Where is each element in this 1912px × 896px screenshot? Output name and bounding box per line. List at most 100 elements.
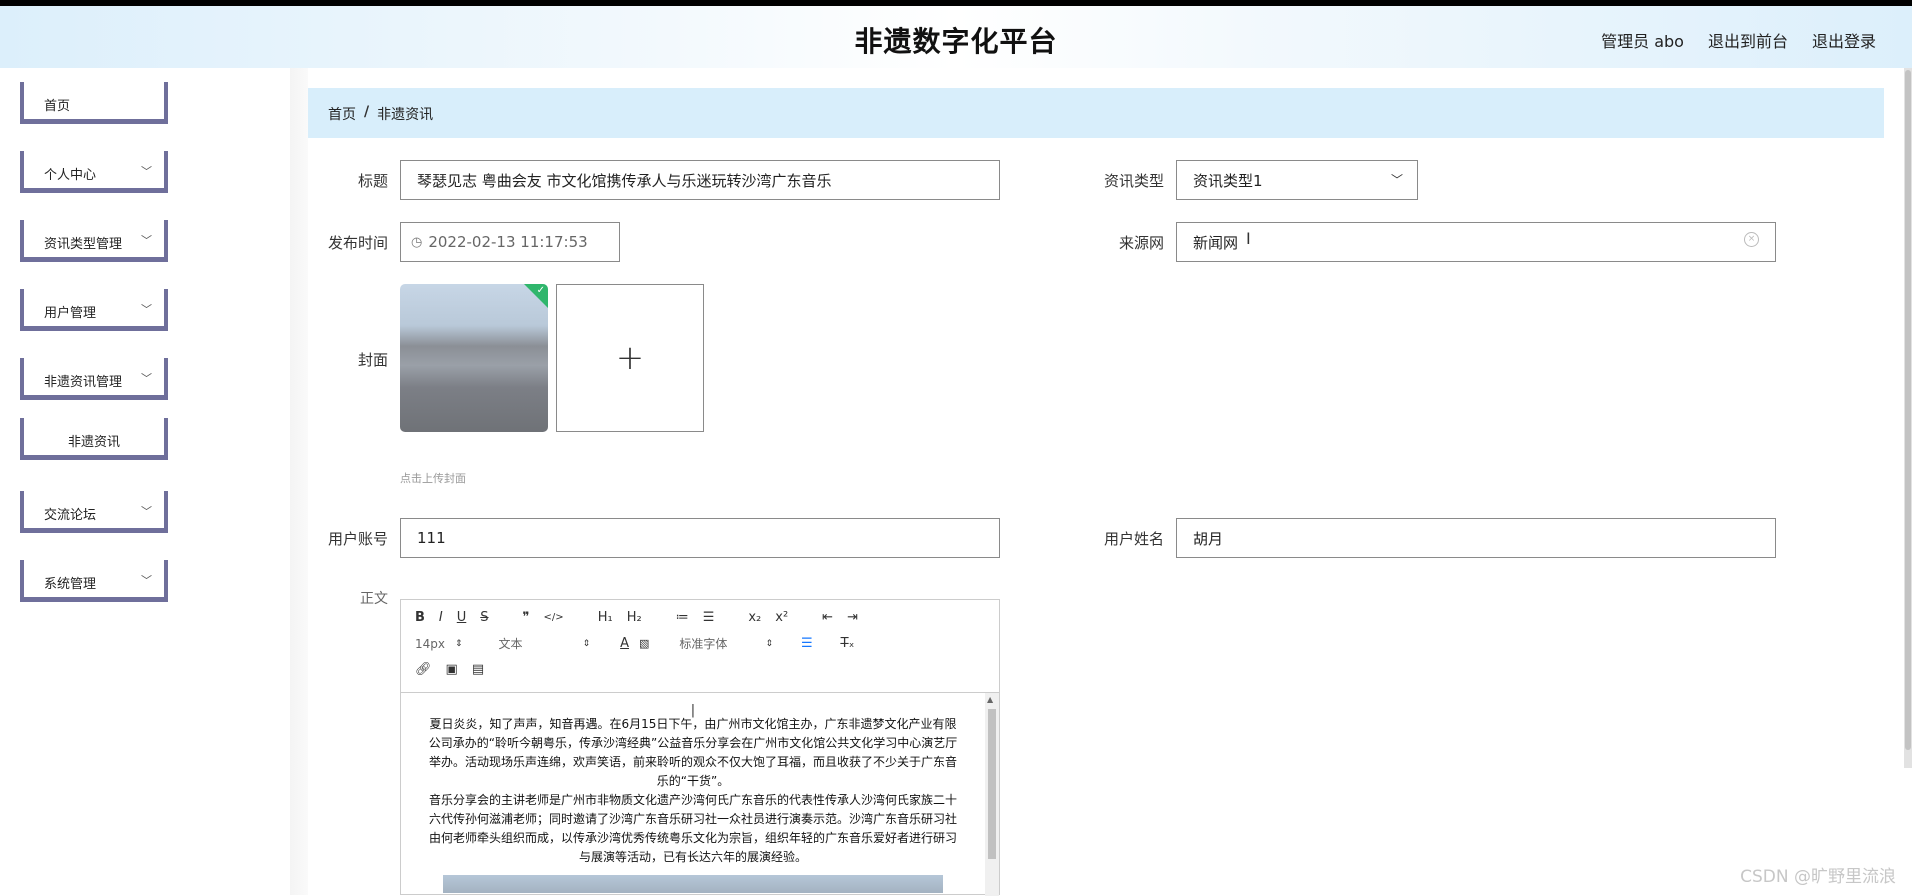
sidebar-item-users[interactable]: 用户管理 ﹀ <box>20 289 168 331</box>
chevron-down-icon: ﹀ <box>141 165 152 178</box>
sidebar-item-label: 非遗资讯管理 <box>44 375 123 390</box>
subscript-icon[interactable]: x₂ <box>748 610 761 625</box>
type-label: 资讯类型 <box>1103 172 1164 190</box>
link-icon[interactable]: 🔗︎ <box>415 662 432 677</box>
align-center-icon[interactable]: ☰ <box>801 636 813 651</box>
blockquote-icon[interactable]: ❞ <box>523 610 530 625</box>
account-value: 111 <box>417 529 446 547</box>
bold-icon[interactable]: B <box>415 610 425 625</box>
sidebar-item-label: 交流论坛 <box>44 508 97 523</box>
chevron-down-icon: ﹀ <box>141 574 152 587</box>
user-label: 管理员 abo <box>1601 32 1684 51</box>
ordered-list-icon[interactable]: ≔ <box>676 610 689 625</box>
bullet-list-icon[interactable]: ☰ <box>703 610 715 625</box>
account-input[interactable]: 111 <box>400 518 1000 558</box>
page-scrollbar[interactable] <box>1904 68 1912 768</box>
scroll-up-icon[interactable]: ▲ <box>987 695 993 704</box>
title-label: 标题 <box>357 172 388 190</box>
sidebar-item-label: 非遗资讯 <box>68 435 121 450</box>
editor-scroll-thumb[interactable] <box>988 709 996 859</box>
breadcrumb: 首页 / 非遗资讯 <box>308 88 1884 138</box>
source-input[interactable]: 新闻网 × <box>1176 222 1776 262</box>
sidebar-item-news-type[interactable]: 资讯类型管理 ﹀ <box>20 220 168 262</box>
time-picker[interactable]: ◷ 2022-02-13 11:17:53 <box>400 222 620 262</box>
text-cursor-icon: I <box>1246 229 1251 248</box>
clear-format-icon[interactable]: T̶ₓ <box>841 636 855 651</box>
page-scroll-thumb[interactable] <box>1905 70 1911 750</box>
select-arrow-icon: ⇕ <box>765 638 773 649</box>
image-icon[interactable]: ▣ <box>446 662 458 677</box>
editor-toolbar: B I U S ❞ </> H₁ H₂ ≔ ☰ x₂ x² ⇤ ⇥ 14px ⇕… <box>401 600 999 693</box>
cover-image[interactable]: ✓ <box>400 284 548 432</box>
clear-icon[interactable]: × <box>1744 232 1759 247</box>
clock-icon: ◷ <box>411 234 423 250</box>
front-link[interactable]: 退出到前台 <box>1708 28 1788 52</box>
name-input[interactable]: 胡月 <box>1176 518 1776 558</box>
editor-content[interactable]: | 夏日炎炎，知了声声，知音再遇。在6月15日下午，由广州市文化馆主办，广东非遗… <box>401 693 985 893</box>
superscript-icon[interactable]: x² <box>775 610 788 625</box>
upload-button[interactable]: + <box>556 284 704 432</box>
code-icon[interactable]: </> <box>544 612 564 623</box>
sidebar-item-heritage-news-manage[interactable]: 非遗资讯管理 ﹀ <box>20 358 168 400</box>
header-links: 管理员 abo 退出到前台 退出登录 <box>1601 28 1876 52</box>
cover-label: 封面 <box>357 351 388 369</box>
breadcrumb-current: 非遗资讯 <box>377 107 434 123</box>
sidebar-item-label: 系统管理 <box>44 577 97 592</box>
sidebar-item-heritage-news[interactable]: 非遗资讯 <box>20 418 168 460</box>
source-label: 来源网 <box>1118 234 1164 252</box>
background-color-icon[interactable]: ▧ <box>639 637 649 650</box>
editor-paragraph: 夏日炎炎，知了声声，知音再遇。在6月15日下午，由广州市文化馆主办，广东非遗梦文… <box>428 717 958 788</box>
heading2-icon[interactable]: H₂ <box>627 610 642 625</box>
sidebar-item-label: 用户管理 <box>44 306 97 321</box>
select-arrow-icon: ⇕ <box>455 638 463 649</box>
chevron-down-icon: ﹀ <box>1390 173 1403 187</box>
plus-icon: + <box>615 338 645 378</box>
font-size-select[interactable]: 14px <box>415 637 445 651</box>
type-select[interactable]: 资讯类型1 ﹀ <box>1176 160 1418 200</box>
underline-icon[interactable]: U <box>457 610 467 625</box>
breadcrumb-home[interactable]: 首页 <box>328 104 356 124</box>
italic-icon[interactable]: I <box>439 610 443 625</box>
time-label: 发布时间 <box>327 234 388 252</box>
indent-icon[interactable]: ⇥ <box>847 610 858 625</box>
select-arrow-icon: ⇕ <box>582 638 591 649</box>
breadcrumb-separator: / <box>364 104 370 120</box>
font-family-select[interactable]: 标准字体 <box>679 635 727 652</box>
content-shadow <box>290 68 308 895</box>
source-value: 新闻网 <box>1193 233 1239 252</box>
title-input[interactable]: 琴瑟见志 粤曲会友 市文化馆携传承人与乐迷玩转沙湾广东音乐 <box>400 160 1000 200</box>
body-label: 正文 <box>360 591 388 607</box>
outdent-icon[interactable]: ⇤ <box>822 610 833 625</box>
check-icon: ✓ <box>536 285 545 296</box>
rich-text-editor[interactable]: B I U S ❞ </> H₁ H₂ ≔ ☰ x₂ x² ⇤ ⇥ 14px ⇕… <box>400 599 1000 896</box>
sidebar-item-label: 首页 <box>44 99 71 114</box>
sidebar-item-personal-center[interactable]: 个人中心 ﹀ <box>20 151 168 193</box>
video-icon[interactable]: ▤ <box>472 662 484 677</box>
chevron-down-icon: ﹀ <box>141 234 152 247</box>
account-label: 用户账号 <box>327 530 388 548</box>
chevron-down-icon: ﹀ <box>141 303 152 316</box>
sidebar-item-forum[interactable]: 交流论坛 ﹀ <box>20 491 168 533</box>
watermark: CSDN @旷野里流浪 <box>1740 867 1896 887</box>
heading1-icon[interactable]: H₁ <box>598 610 613 625</box>
name-label: 用户姓名 <box>1103 530 1164 548</box>
editor-scrollbar[interactable]: ▲ <box>985 693 999 896</box>
sidebar-item-label: 资讯类型管理 <box>44 237 123 252</box>
sidebar-item-home[interactable]: 首页 <box>20 82 168 124</box>
strikethrough-icon[interactable]: S <box>480 610 488 625</box>
sidebar-item-system[interactable]: 系统管理 ﹀ <box>20 560 168 602</box>
header: 非遗数字化平台 管理员 abo 退出到前台 退出登录 <box>0 6 1912 68</box>
cover-hint: 点击上传封面 <box>400 472 466 485</box>
chevron-down-icon: ﹀ <box>141 505 152 518</box>
editor-image[interactable] <box>443 875 943 893</box>
paragraph-select[interactable]: 文本 <box>499 635 523 652</box>
logout-link[interactable]: 退出登录 <box>1812 28 1876 52</box>
title-value: 琴瑟见志 粤曲会友 市文化馆携传承人与乐迷玩转沙湾广东音乐 <box>417 171 832 190</box>
editor-paragraph: 音乐分享会的主讲老师是广州市非物质文化遗产沙湾何氏广东音乐的代表性传承人沙湾何氏… <box>428 793 957 864</box>
time-value: 2022-02-13 11:17:53 <box>428 233 588 251</box>
sidebar-item-label: 个人中心 <box>44 168 97 183</box>
chevron-down-icon: ﹀ <box>141 372 152 385</box>
font-color-icon[interactable]: A <box>620 636 629 651</box>
type-value: 资讯类型1 <box>1193 171 1263 190</box>
text-caret: | <box>690 703 696 718</box>
